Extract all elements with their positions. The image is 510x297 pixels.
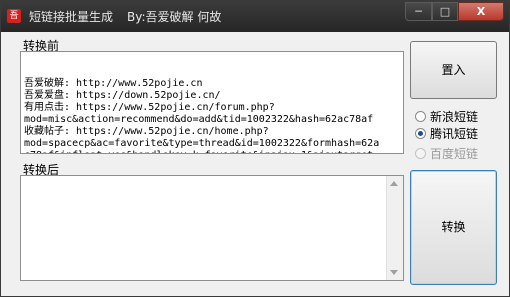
window-title-name: 短链接批量生成 (29, 10, 114, 24)
app-window: 吾 短链接批量生成 By:吾爱破解 何故 ─ □ X 转换前 吾爱破解: http… (0, 0, 510, 297)
close-button[interactable]: X (458, 2, 504, 21)
option-sina[interactable]: 新浪短链 (415, 108, 478, 124)
app-logo-icon: 吾 (7, 9, 21, 23)
option-baidu: 百度短链 (415, 145, 478, 161)
radio-tencent-icon[interactable] (415, 128, 426, 139)
window-title-author: By:吾爱破解 何故 (127, 10, 222, 24)
convert-button[interactable]: 转换 (410, 170, 497, 285)
minimize-button[interactable]: ─ (405, 2, 432, 21)
option-sina-label: 新浪短链 (430, 110, 479, 124)
import-button[interactable]: 置入 (410, 41, 497, 99)
maximize-button[interactable]: □ (432, 2, 458, 21)
option-baidu-label: 百度短链 (430, 147, 479, 161)
after-scrollbar[interactable] (386, 176, 403, 280)
option-tencent-label: 腾讯短链 (430, 127, 479, 141)
title-bar[interactable]: 吾 短链接批量生成 By:吾爱破解 何故 ─ □ X (1, 1, 509, 32)
scroll-up-icon[interactable] (390, 181, 398, 186)
before-text: 吾爱破解: http://www.52pojie.cn 吾爱爱盘: https:… (24, 78, 380, 153)
before-textarea[interactable]: 吾爱破解: http://www.52pojie.cn 吾爱爱盘: https:… (20, 51, 404, 154)
radio-baidu-icon (415, 148, 426, 159)
scroll-down-icon[interactable] (390, 270, 398, 275)
radio-sina-icon[interactable] (415, 111, 426, 122)
after-textarea[interactable] (20, 175, 404, 281)
option-tencent[interactable]: 腾讯短链 (415, 125, 478, 141)
window-title: 短链接批量生成 By:吾爱破解 何故 (29, 8, 221, 25)
